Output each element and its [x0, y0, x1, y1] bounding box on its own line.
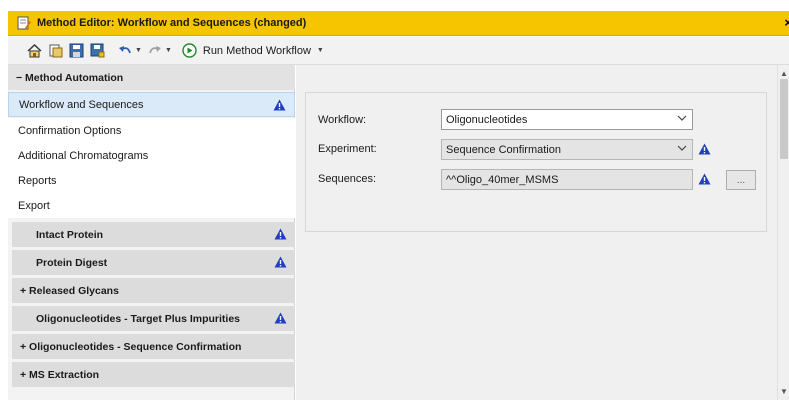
nav-item-additional-chromatograms[interactable]: Additional Chromatograms	[8, 143, 295, 168]
scrollbar-thumb[interactable]	[780, 79, 788, 159]
nav-item-workflow-and-sequences[interactable]: Workflow and Sequences	[8, 92, 295, 117]
main-panel: Workflow: Oligonucleotides Experiment: S…	[296, 65, 777, 400]
warning-icon	[698, 143, 711, 155]
warning-icon	[698, 173, 711, 185]
chevron-down-icon	[677, 144, 687, 154]
warning-icon	[274, 228, 287, 240]
add-method-icon	[49, 44, 62, 58]
workflow-form: Workflow: Oligonucleotides Experiment: S…	[305, 92, 767, 232]
nav-item-label: Reports	[18, 174, 57, 187]
vertical-scrollbar[interactable]: ▲ ▼	[777, 65, 789, 400]
redo-dropdown-icon[interactable]: ▼	[165, 47, 172, 54]
experiment-value: Sequence Confirmation	[446, 143, 561, 156]
nav-item-reports[interactable]: Reports	[8, 168, 295, 193]
group-label: + Oligonucleotides - Sequence Confirmati…	[20, 340, 242, 353]
nav-item-export[interactable]: Export	[8, 193, 295, 218]
scroll-down-icon[interactable]: ▼	[780, 387, 788, 396]
experiment-label: Experiment:	[318, 143, 377, 155]
workflow-dropdown[interactable]: Oligonucleotides	[441, 109, 693, 130]
nav-item-label: Confirmation Options	[18, 124, 122, 137]
workflow-label: Workflow:	[318, 114, 367, 126]
section-title: − Method Automation	[16, 71, 124, 84]
browse-sequences-button[interactable]: ...	[726, 170, 756, 190]
undo-icon	[118, 45, 131, 53]
save-icon	[69, 43, 83, 58]
group-label: Oligonucleotides - Target Plus Impuritie…	[36, 312, 241, 325]
nav-item-label: Export	[18, 199, 50, 212]
nav-item-confirmation-options[interactable]: Confirmation Options	[8, 118, 295, 143]
play-icon	[182, 43, 197, 58]
group-label: Intact Protein	[36, 228, 104, 241]
group-intact-protein[interactable]: Intact Protein	[12, 222, 295, 247]
save-as-button[interactable]	[88, 42, 106, 60]
group-label: Protein Digest	[36, 256, 108, 269]
edit-document-icon	[17, 16, 31, 30]
run-dropdown-icon[interactable]: ▼	[317, 47, 324, 54]
scroll-up-icon[interactable]: ▲	[780, 69, 788, 78]
group-protein-digest[interactable]: Protein Digest	[12, 250, 295, 275]
group-oligonucleotides-target-plus-impurities[interactable]: Oligonucleotides - Target Plus Impuritie…	[12, 306, 295, 331]
warning-icon	[274, 312, 287, 324]
group-oligonucleotides-sequence-confirmation[interactable]: + Oligonucleotides - Sequence Confirmati…	[12, 334, 295, 359]
save-button[interactable]	[67, 42, 85, 60]
run-method-workflow-button[interactable]: Run Method Workflow	[182, 43, 311, 58]
undo-button[interactable]	[116, 42, 134, 60]
add-method-button[interactable]	[46, 42, 64, 60]
sequences-field[interactable]: ^^Oligo_40mer_MSMS	[441, 169, 693, 190]
window-title-bar: Method Editor: Workflow and Sequences (c…	[8, 11, 789, 36]
navigation-panel: − Method Automation Workflow and Sequenc…	[8, 65, 295, 400]
group-label: + Released Glycans	[20, 284, 119, 297]
nav-item-label: Additional Chromatograms	[18, 149, 149, 162]
workflow-value: Oligonucleotides	[446, 113, 528, 126]
window-title: Method Editor: Workflow and Sequences (c…	[37, 17, 307, 29]
close-button[interactable]: ×	[784, 15, 789, 30]
section-method-automation[interactable]: − Method Automation	[8, 65, 295, 90]
group-label: + MS Extraction	[20, 368, 100, 381]
sequences-value: ^^Oligo_40mer_MSMS	[446, 173, 559, 186]
toolbar: ▼ ▼ Run Method Workflow ▼	[8, 37, 789, 65]
experiment-dropdown[interactable]: Sequence Confirmation	[441, 139, 693, 160]
undo-dropdown-icon[interactable]: ▼	[135, 47, 142, 54]
sequences-label: Sequences:	[318, 173, 377, 185]
warning-icon	[273, 99, 286, 111]
chevron-down-icon	[677, 114, 687, 124]
group-ms-extraction[interactable]: + MS Extraction	[12, 362, 295, 387]
nav-item-label: Workflow and Sequences	[19, 98, 144, 111]
redo-button[interactable]	[146, 42, 164, 60]
warning-icon	[274, 256, 287, 268]
run-method-workflow-label: Run Method Workflow	[202, 44, 311, 57]
home-button[interactable]	[25, 42, 43, 60]
save-as-icon	[90, 43, 104, 58]
group-released-glycans[interactable]: + Released Glycans	[12, 278, 295, 303]
redo-icon	[149, 45, 162, 53]
browse-label: ...	[736, 174, 746, 186]
home-icon	[27, 43, 41, 57]
